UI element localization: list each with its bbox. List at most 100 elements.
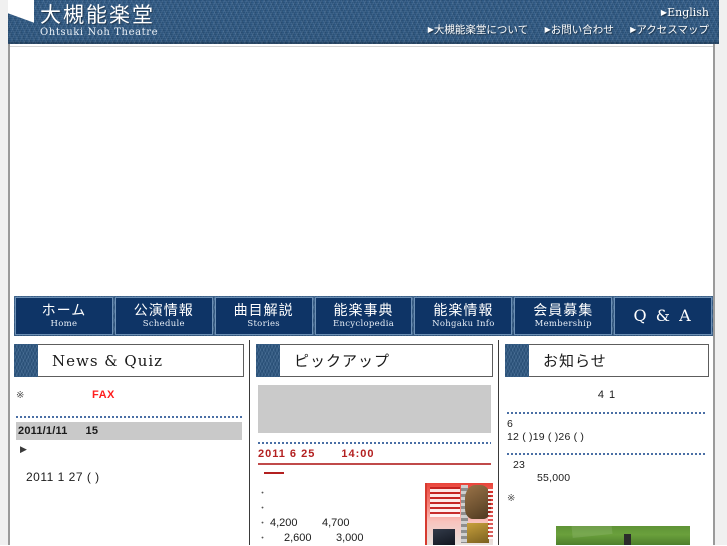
oshirase-number: 23 xyxy=(513,459,526,471)
banner-mark-icon xyxy=(624,534,631,545)
price-value-b: 3,000 xyxy=(336,532,364,544)
hero-banner-area xyxy=(10,46,713,295)
pickup-image-placeholder xyxy=(258,385,491,433)
pickup-poster-image[interactable] xyxy=(425,483,493,545)
link-english-label: English xyxy=(667,6,709,19)
panel-pickup-title: ピックアップ xyxy=(294,352,391,370)
news-arrow-row[interactable]: ▶ xyxy=(16,440,242,458)
oshirase-days[interactable]: 12 ( )19 ( )26 ( ) xyxy=(507,431,707,444)
price-value-b: 4,700 xyxy=(322,517,350,529)
oshirase-heading: 4 1 xyxy=(597,389,617,401)
nav-item-home-jp: ホーム xyxy=(41,303,87,319)
price-value-a: 2,600 xyxy=(284,532,312,544)
brand-title-en: Ohtsuki Noh Theatre xyxy=(40,27,159,38)
red-dash-rule xyxy=(264,472,284,474)
panel-oshirase: お知らせ 4 1 6 12 ( )19 ( )26 ( ) 23 55,000 … xyxy=(501,340,713,545)
news-entry-text: 2011 1 27 ( ) xyxy=(26,470,100,484)
news-date-count: 15 xyxy=(85,425,99,437)
nav-item-membership[interactable]: 会員募集 Membership xyxy=(514,297,613,335)
column-divider xyxy=(249,340,250,545)
banner-highlight xyxy=(571,526,613,539)
link-contact-label: お問い合わせ xyxy=(550,24,614,36)
pickup-event-headline[interactable]: 2011 6 25 14:00 xyxy=(258,448,491,465)
panel-oshirase-titlebox: お知らせ xyxy=(529,344,709,377)
site-brand[interactable]: 大槻能楽堂 Ohtsuki Noh Theatre xyxy=(40,3,158,39)
dotted-divider xyxy=(258,441,491,444)
link-about-label: 大槻能楽堂について xyxy=(433,24,529,36)
news-date-row[interactable]: 2011/1/11 15 xyxy=(16,422,242,440)
nav-item-home[interactable]: ホーム Home xyxy=(15,297,113,335)
panel-news-quiz-header: News & Quiz xyxy=(14,344,244,377)
dotted-divider xyxy=(16,415,242,418)
nav-item-qa-jp: Q & A xyxy=(633,306,693,325)
panel-news-quiz-body: ※ FAX 2011/1/11 15 ▶ 2011 1 27 ( ) xyxy=(10,389,248,484)
header-link-group: ▶English ▶大槻能楽堂について ▶お問い合わせ ▶アクセスマップ xyxy=(416,5,709,37)
nav-item-qa[interactable]: Q & A xyxy=(614,297,713,335)
pickup-event-time: 14:00 xyxy=(341,448,375,460)
nav-item-schedule-en: Schedule xyxy=(142,319,185,329)
panel-news-quiz-titlebox: News & Quiz xyxy=(38,344,244,377)
oshirase-amount: 55,000 xyxy=(537,472,571,484)
panel-news-quiz: News & Quiz ※ FAX 2011/1/11 15 ▶ 2011 1 2… xyxy=(10,340,250,545)
header-corner-cut xyxy=(8,0,34,44)
gutter-right xyxy=(715,0,727,545)
nav-item-home-en: Home xyxy=(50,319,78,329)
global-navigation: ホーム Home 公演情報 Schedule 曲目解説 Stories 能楽事典… xyxy=(14,296,713,336)
brand-title-jp: 大槻能楽堂 xyxy=(40,3,155,27)
panel-oshirase-title: お知らせ xyxy=(543,352,607,370)
dotted-divider xyxy=(507,452,707,455)
pickup-event-date: 2011 6 25 xyxy=(258,448,316,460)
nav-item-nohgaku-info-jp: 能楽情報 xyxy=(433,303,494,319)
panel-swatch-icon xyxy=(505,344,529,377)
page-root: 大槻能楽堂 Ohtsuki Noh Theatre ▶English ▶大槻能楽… xyxy=(0,0,727,545)
link-access-map-label: アクセスマップ xyxy=(636,24,709,36)
oshirase-green-banner[interactable] xyxy=(556,526,690,545)
link-english[interactable]: ▶English xyxy=(661,6,709,20)
link-access-map[interactable]: ▶アクセスマップ xyxy=(630,23,709,37)
nav-item-stories-en: Stories xyxy=(247,319,280,329)
nav-item-nohgaku-info[interactable]: 能楽情報 Nohgaku Info xyxy=(414,297,513,335)
poster-figure-dark xyxy=(433,529,455,545)
oshirase-month: 6 xyxy=(507,418,514,430)
panel-oshirase-body: 4 1 6 12 ( )19 ( )26 ( ) 23 55,000 ※ xyxy=(501,389,713,505)
bullet-icon: ・ xyxy=(258,518,268,528)
nav-item-membership-en: Membership xyxy=(534,319,592,329)
poster-text-strip xyxy=(430,487,460,517)
link-contact[interactable]: ▶お問い合わせ xyxy=(545,23,614,37)
price-value-a: 4,200 xyxy=(270,517,298,529)
bullet-icon: ・ xyxy=(258,488,268,498)
link-about[interactable]: ▶大槻能楽堂について xyxy=(428,23,528,37)
nav-item-stories[interactable]: 曲目解説 Stories xyxy=(214,297,313,335)
header-link-row-primary: ▶English xyxy=(416,5,709,20)
panel-pickup: ピックアップ 2011 6 25 14:00 ・ ・ ・ 4,200 4,700… xyxy=(252,340,499,546)
panel-swatch-icon xyxy=(14,344,38,377)
bullet-icon: ・ xyxy=(258,503,268,513)
nav-item-schedule[interactable]: 公演情報 Schedule xyxy=(114,297,213,335)
nav-item-schedule-jp: 公演情報 xyxy=(133,303,194,319)
asterisk-icon: ※ xyxy=(16,390,25,401)
nav-item-encyclopedia[interactable]: 能楽事典 Encyclopedia xyxy=(314,297,413,335)
news-entry-row[interactable]: 2011 1 27 ( ) xyxy=(16,470,242,484)
nav-item-encyclopedia-en: Encyclopedia xyxy=(332,319,395,329)
nav-item-encyclopedia-jp: 能楽事典 xyxy=(333,303,394,319)
news-date: 2011/1/11 xyxy=(18,425,68,437)
bullet-icon: ・ xyxy=(258,533,268,543)
site-header: 大槻能楽堂 Ohtsuki Noh Theatre ▶English ▶大槻能楽… xyxy=(8,0,719,44)
panel-news-quiz-title: News & Quiz xyxy=(52,351,164,370)
triangle-right-icon: ▶ xyxy=(20,444,27,454)
news-note-row: ※ FAX xyxy=(16,389,242,407)
column-divider xyxy=(498,340,499,545)
panel-pickup-titlebox: ピックアップ xyxy=(280,344,493,377)
header-link-row-secondary: ▶大槻能楽堂について ▶お問い合わせ ▶アクセスマップ xyxy=(416,22,709,37)
content-columns: News & Quiz ※ FAX 2011/1/11 15 ▶ 2011 1 2… xyxy=(10,340,713,545)
panel-pickup-body: 2011 6 25 14:00 ・ ・ ・ 4,200 4,700 ・ 2,600 3,0… xyxy=(252,385,497,546)
nav-item-nohgaku-info-en: Nohgaku Info xyxy=(432,319,495,329)
frame-border-right xyxy=(713,44,715,545)
nav-item-membership-jp: 会員募集 xyxy=(533,303,594,319)
dotted-divider xyxy=(507,411,707,414)
poster-side-text xyxy=(488,489,493,539)
gutter-left xyxy=(0,0,8,545)
poster-figure-robe xyxy=(467,523,489,543)
panel-swatch-icon xyxy=(256,344,280,377)
fax-label: FAX xyxy=(92,389,115,401)
